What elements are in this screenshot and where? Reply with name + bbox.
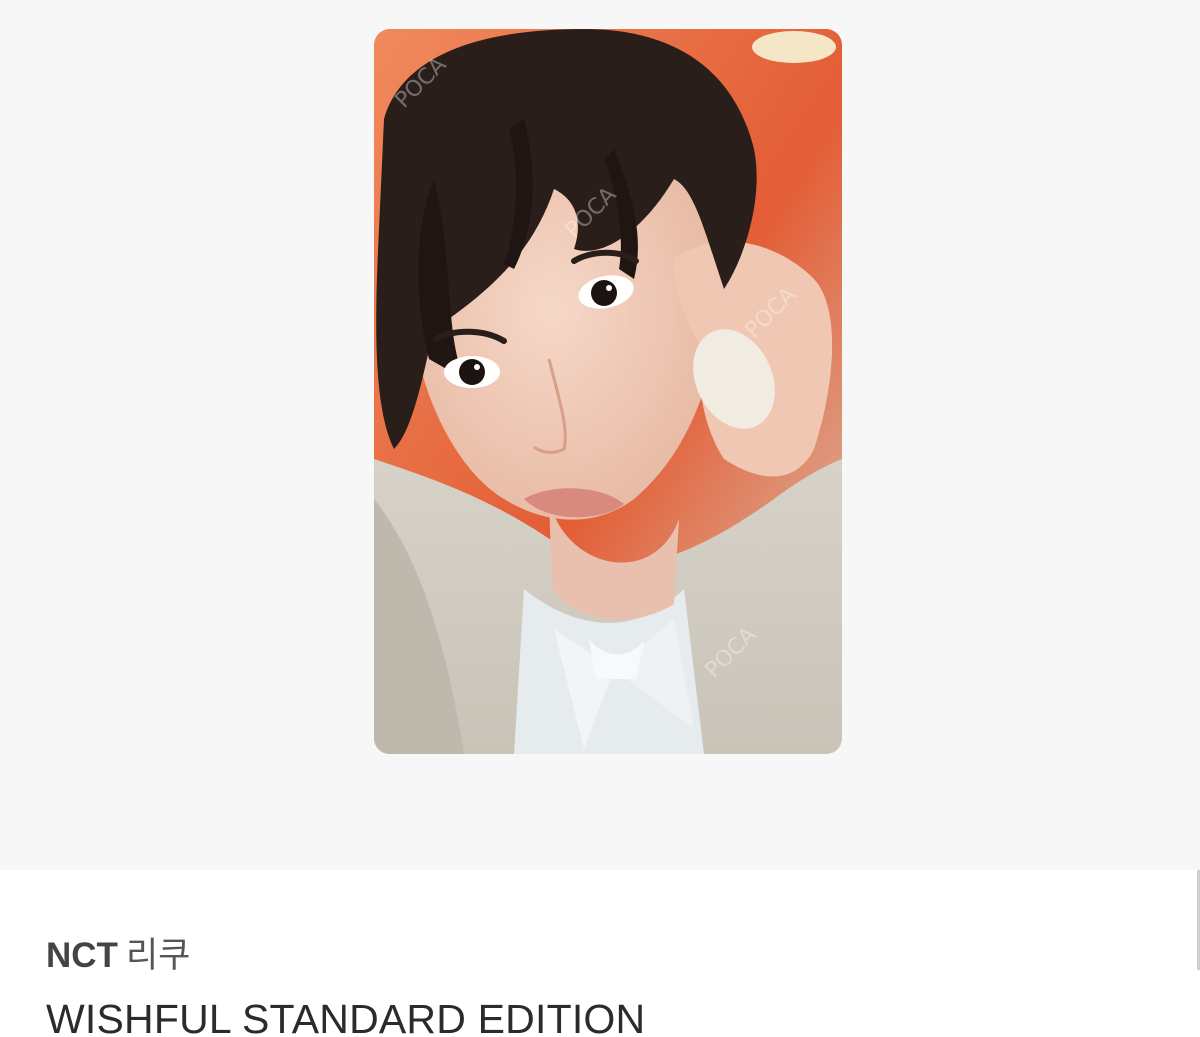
product-info: NCT 리쿠 WISHFUL STANDARD EDITION bbox=[0, 870, 1200, 1037]
artist-name[interactable]: NCT 리쿠 bbox=[46, 936, 190, 976]
artist-group: NCT bbox=[46, 936, 118, 975]
product-image-gallery[interactable]: POCA POCA POCA POCA bbox=[0, 0, 1200, 870]
artist-member: 리쿠 bbox=[125, 936, 191, 976]
product-title: WISHFUL STANDARD EDITION bbox=[46, 996, 646, 1037]
photocard-image[interactable]: POCA POCA POCA POCA bbox=[374, 29, 842, 754]
photocard-illustration: POCA POCA POCA POCA bbox=[374, 29, 842, 754]
